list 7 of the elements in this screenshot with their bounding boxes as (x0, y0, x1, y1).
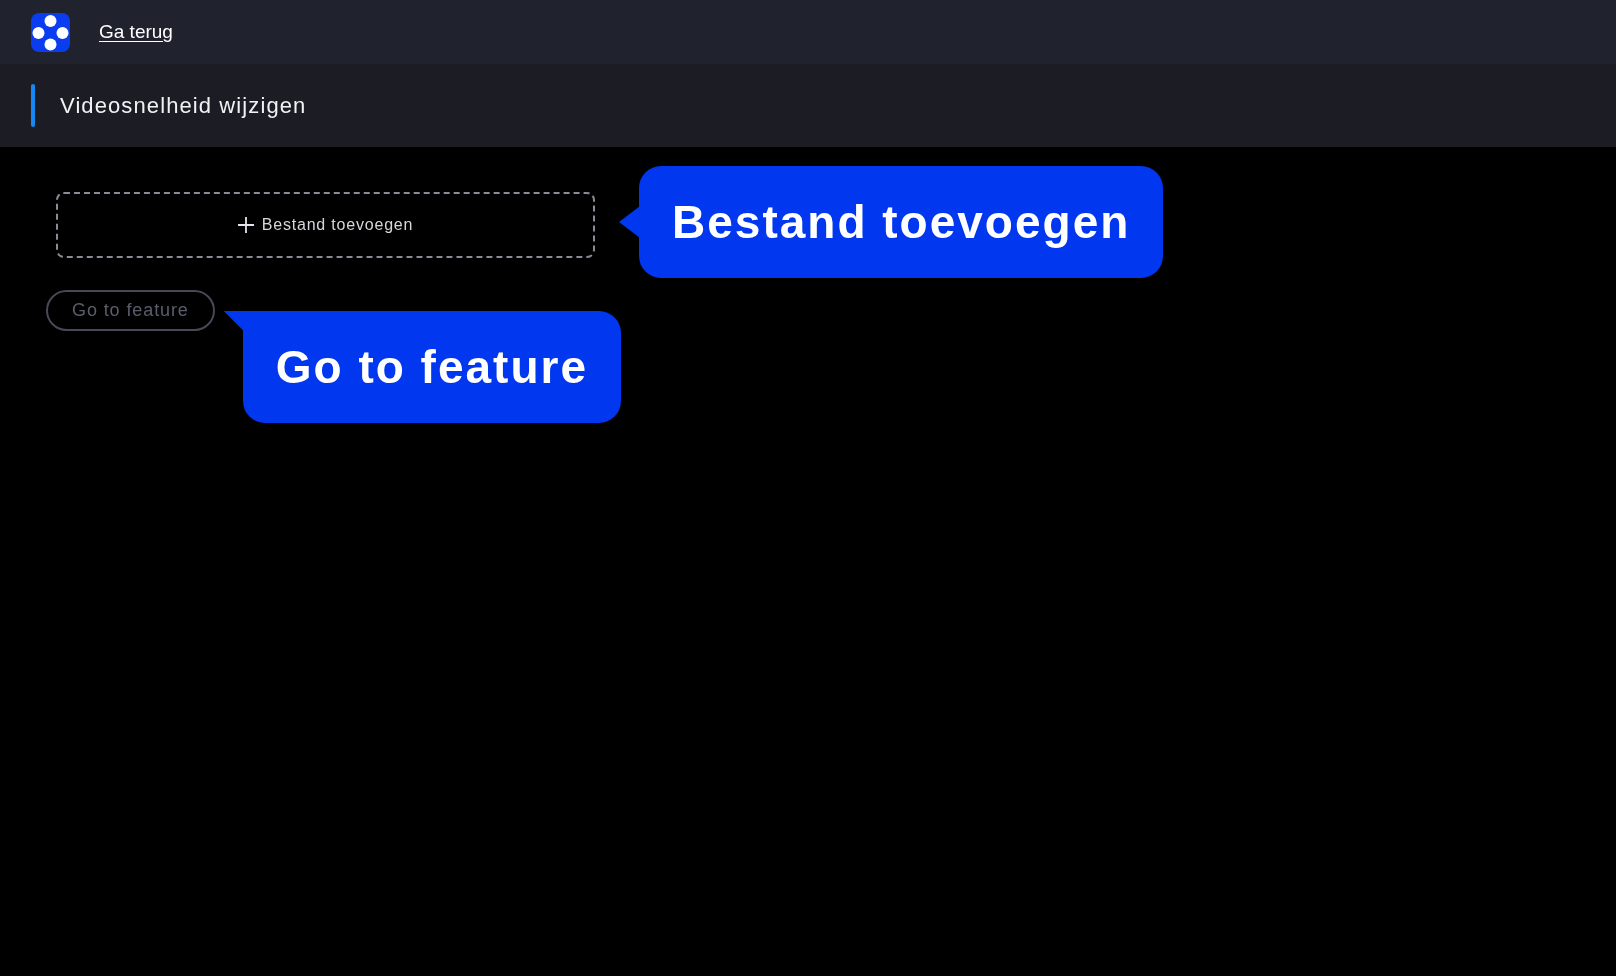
tooltip: Go to feature (223, 311, 621, 423)
plus-icon (237, 217, 254, 233)
add-file-button[interactable]: Bestand toevoegen (56, 192, 595, 258)
page-title: Videosnelheid wijzigen (60, 92, 307, 119)
app-logo-icon (31, 12, 70, 52)
tooltip: Bestand toevoegen (619, 166, 1164, 278)
back-link[interactable]: Ga terug (99, 21, 173, 43)
